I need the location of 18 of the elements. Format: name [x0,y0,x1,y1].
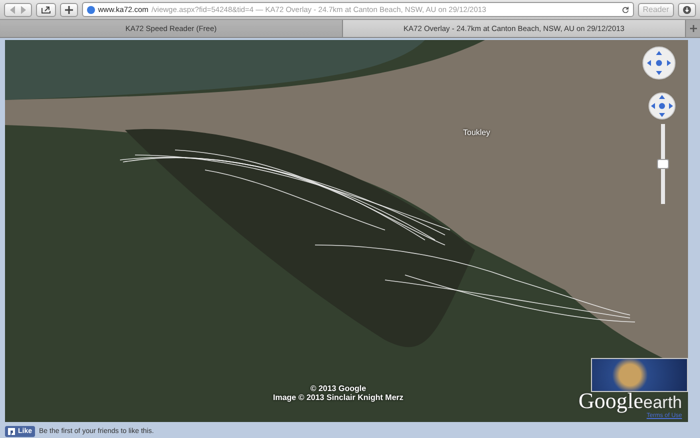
new-tab-icon[interactable] [690,25,696,32]
reload-icon[interactable] [622,6,629,13]
zoom-slider-thumb[interactable] [657,159,669,169]
share-button[interactable] [36,2,56,16]
back-forward-icon [9,6,27,14]
globe-inset-placeholder[interactable] [591,358,688,392]
move-control-icon[interactable] [648,92,676,120]
plus-icon [65,6,73,14]
download-icon [683,6,691,14]
globe-icon [87,6,95,14]
share-icon [41,6,51,14]
google-earth-logo: Googleearth [578,388,682,413]
downloads-button[interactable] [678,2,696,16]
map-credit: © 2013 Google [310,384,366,393]
look-control-icon[interactable] [642,46,676,80]
map-credit: Image © 2013 Sinclair Knight Merz [273,393,404,402]
map-place-label: Toukley [463,128,490,137]
add-bookmark-button[interactable] [60,2,78,16]
